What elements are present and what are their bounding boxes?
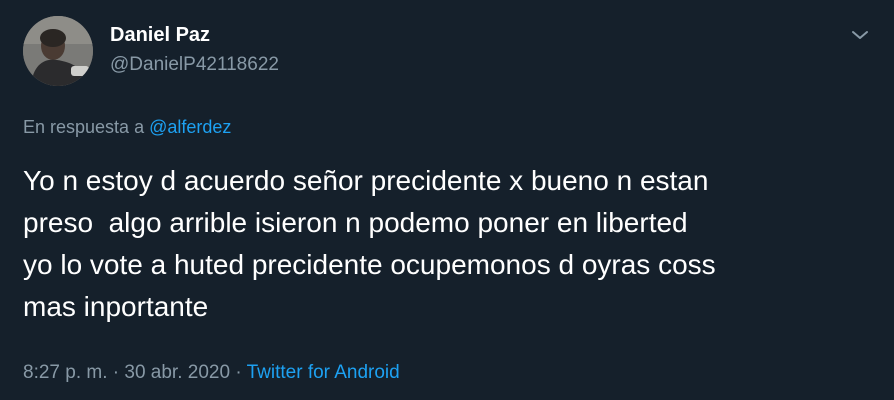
tweet-date[interactable]: 30 abr. 2020 [124, 362, 230, 383]
reply-mention-link[interactable]: @alferdez [149, 117, 231, 137]
author-display-name[interactable]: Daniel Paz [110, 24, 210, 47]
avatar[interactable] [23, 16, 93, 86]
reply-context: En respuesta a @alferdez [23, 117, 231, 138]
chevron-down-icon [852, 31, 868, 39]
tweet-card: Daniel Paz @DanielP42118622 En respuesta… [0, 0, 894, 400]
meta-separator-2: · [230, 362, 247, 383]
tweet-time[interactable]: 8:27 p. m. [23, 362, 108, 383]
meta-separator: · [107, 362, 125, 383]
reply-prefix: En respuesta a [23, 117, 150, 137]
author-handle[interactable]: @DanielP42118622 [110, 54, 279, 76]
avatar-photo-icon [23, 16, 93, 86]
tweet-source-link[interactable]: Twitter for Android [247, 362, 400, 383]
tweet-meta: 8:27 p. m. · 30 abr. 2020 · Twitter for … [23, 362, 400, 384]
tweet-text: Yo n estoy d acuerdo señor precidente x … [23, 165, 716, 322]
more-options-button[interactable] [847, 22, 873, 48]
